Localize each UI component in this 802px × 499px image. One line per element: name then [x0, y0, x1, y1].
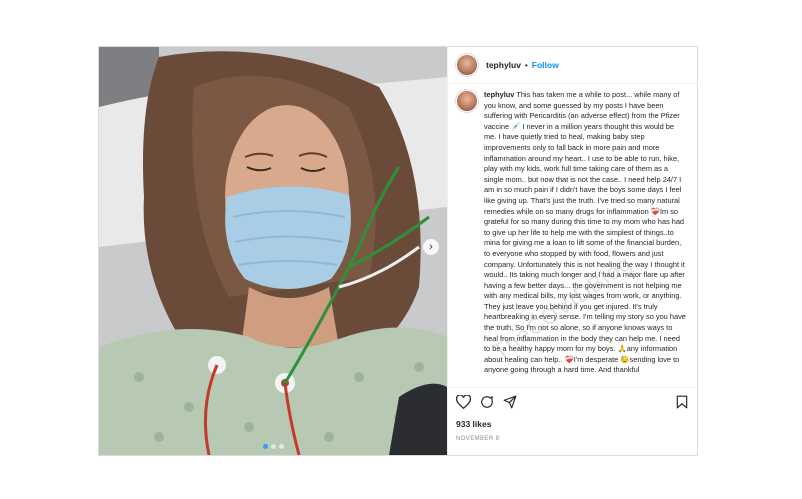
caption-username[interactable]: tephyluv [484, 90, 514, 99]
post-date[interactable]: NOVEMBER 8 [456, 436, 688, 442]
carousel-dot [262, 444, 268, 449]
bookmark-icon[interactable] [676, 395, 688, 409]
carousel-indicator [99, 444, 447, 449]
action-bar: 933 likes NOVEMBER 8 [448, 387, 696, 455]
action-icons [456, 394, 688, 410]
post-photo: › [99, 47, 447, 455]
avatar[interactable] [456, 54, 478, 76]
post-sidebar: tephyluv • Follow tephyluv This has take… [447, 47, 697, 455]
caption-section: tephyluv This has taken me a while to po… [448, 84, 696, 386]
heart-icon[interactable] [456, 395, 471, 409]
photo-illustration [99, 47, 447, 455]
carousel-dot [278, 444, 284, 449]
caption-avatar[interactable] [456, 90, 478, 112]
share-icon[interactable] [503, 395, 517, 409]
comment-icon[interactable] [480, 395, 494, 409]
follow-button[interactable]: Follow [532, 60, 559, 70]
post-header: tephyluv • Follow [448, 47, 697, 84]
username-link[interactable]: tephyluv [486, 60, 521, 70]
separator-dot: • [524, 60, 528, 70]
carousel-dot [270, 444, 276, 449]
like-count[interactable]: 933 likes [456, 419, 688, 429]
instagram-post: › tephyluv • Follow tephyluv This has ta… [98, 46, 698, 456]
carousel-next-button[interactable]: › [423, 239, 439, 255]
